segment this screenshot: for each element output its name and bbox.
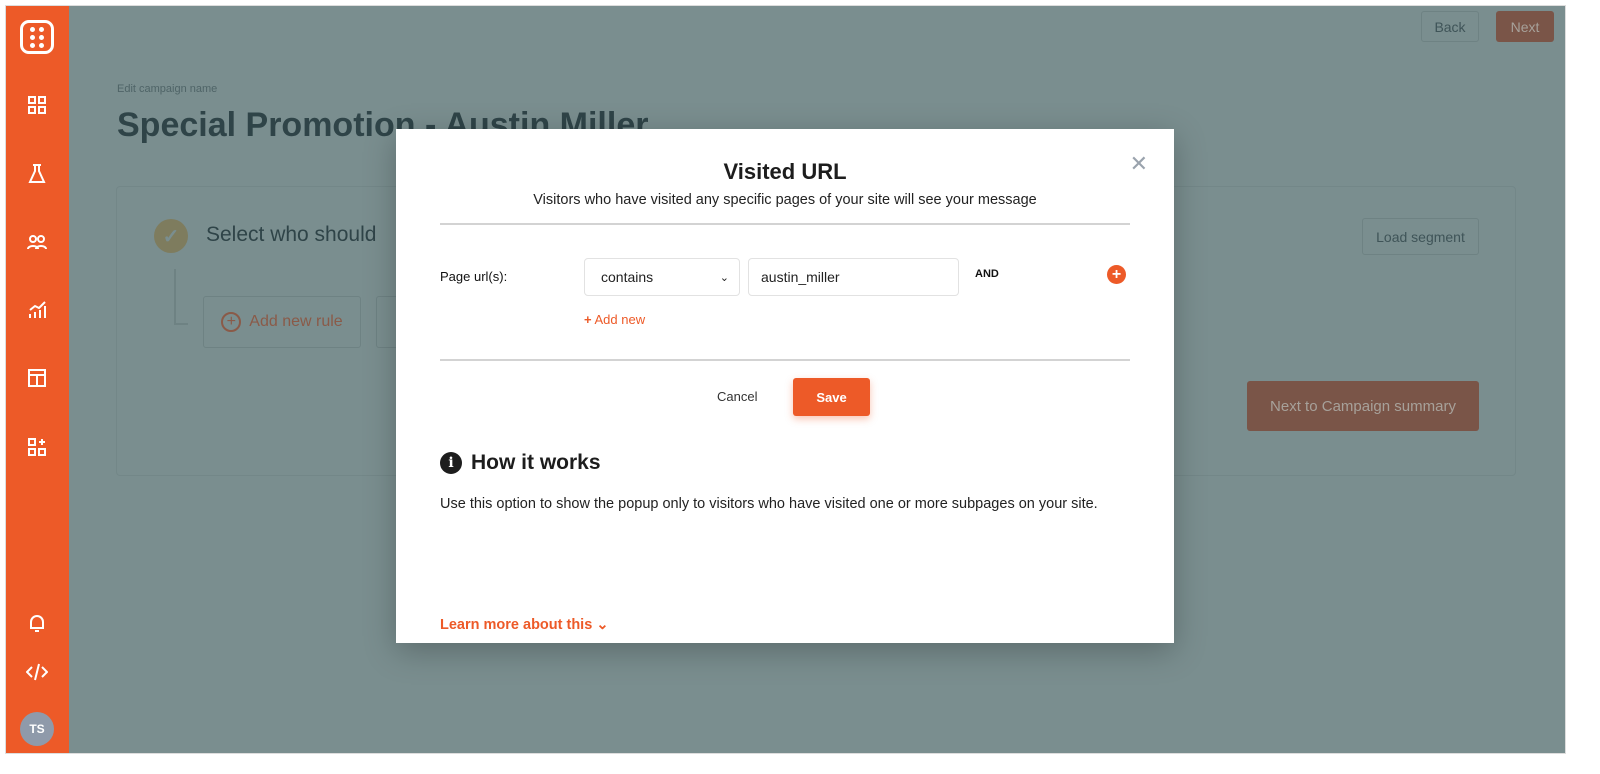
operator-select[interactable]: contains ⌄ xyxy=(584,258,740,296)
app-window: TS Back Next Edit campaign name Special … xyxy=(5,5,1566,754)
save-button[interactable]: Save xyxy=(793,378,870,416)
add-widget-icon[interactable] xyxy=(26,436,48,458)
page-url-label: Page url(s): xyxy=(440,269,508,284)
add-rule-label: Add new rule xyxy=(249,313,343,330)
code-icon[interactable] xyxy=(26,661,48,683)
layout-icon[interactable] xyxy=(26,367,48,389)
load-segment-button[interactable]: Load segment xyxy=(1362,218,1479,255)
close-icon[interactable]: ✕ xyxy=(1130,151,1148,177)
chevron-down-icon: ⌄ xyxy=(596,617,609,633)
next-button[interactable]: Next xyxy=(1496,11,1554,42)
add-new-label: Add new xyxy=(594,312,646,327)
next-to-summary-button[interactable]: Next to Campaign summary xyxy=(1247,381,1479,431)
learn-more-label: Learn more about this xyxy=(440,617,593,633)
edit-campaign-name-label[interactable]: Edit campaign name xyxy=(117,83,217,95)
users-icon[interactable] xyxy=(26,231,48,253)
divider xyxy=(440,223,1130,225)
modal-subtitle: Visitors who have visited any specific p… xyxy=(533,192,1037,208)
chevron-down-icon: ⌄ xyxy=(719,271,729,284)
flask-icon[interactable] xyxy=(26,163,48,185)
logo[interactable] xyxy=(20,20,54,54)
url-value-input[interactable]: austin_miller xyxy=(748,258,959,296)
operator-value: contains xyxy=(601,269,654,285)
analytics-icon[interactable] xyxy=(26,299,48,321)
add-new-rule-button[interactable]: + Add new rule xyxy=(203,296,361,348)
add-new-link[interactable]: + Add new xyxy=(584,312,645,327)
info-icon: i xyxy=(440,452,462,474)
plus-icon: + xyxy=(584,312,592,327)
dashboard-icon[interactable] xyxy=(26,94,48,116)
and-label: AND xyxy=(975,268,999,280)
cancel-button[interactable]: Cancel xyxy=(717,389,757,404)
avatar[interactable]: TS xyxy=(20,712,54,746)
plus-circle-icon: + xyxy=(221,312,242,332)
check-icon: ✓ xyxy=(154,219,188,253)
tree-connector xyxy=(174,269,188,325)
divider xyxy=(440,359,1130,361)
how-it-works-heading: i How it works xyxy=(440,451,601,475)
visited-url-modal: Visited URL ✕ Visitors who have visited … xyxy=(396,129,1174,643)
learn-more-link[interactable]: Learn more about this ⌄ xyxy=(440,617,608,633)
modal-title: Visited URL xyxy=(723,159,847,184)
how-text: Use this option to show the popup only t… xyxy=(440,496,1098,512)
bell-icon[interactable] xyxy=(26,612,48,634)
add-condition-icon[interactable]: + xyxy=(1107,265,1126,284)
step-title: Select who should xyxy=(206,223,377,246)
back-button[interactable]: Back xyxy=(1421,11,1479,42)
sidebar: TS xyxy=(6,6,69,753)
how-title: How it works xyxy=(471,451,601,474)
